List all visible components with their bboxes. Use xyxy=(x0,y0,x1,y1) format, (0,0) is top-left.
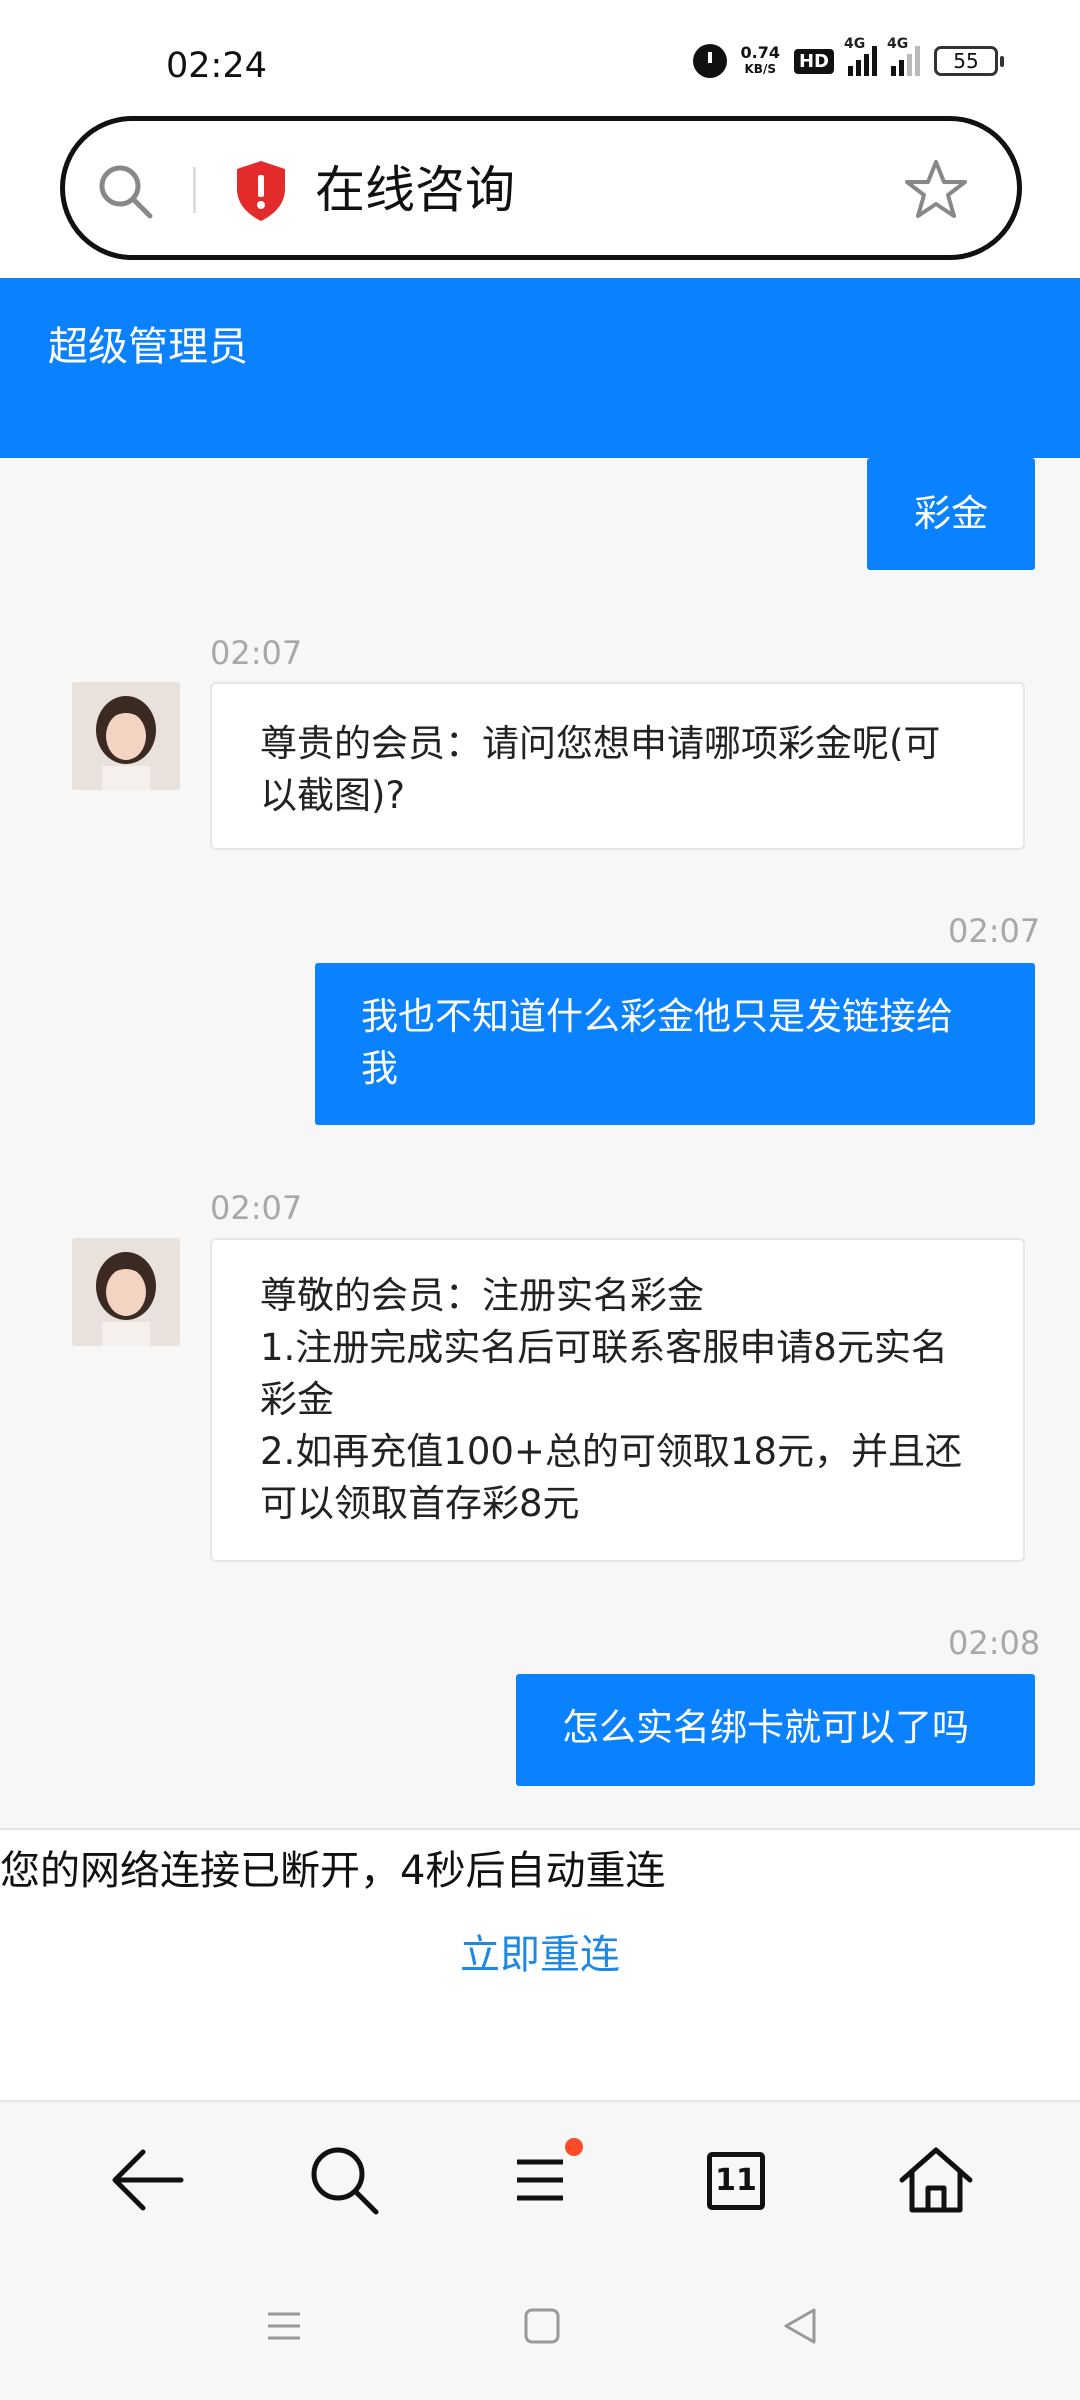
message-text: 彩金 xyxy=(914,492,988,535)
message-text: 尊贵的会员：请问您想申请哪项彩金呢(可以截图)? xyxy=(260,722,941,817)
alarm-icon xyxy=(692,44,727,78)
system-nav-bar xyxy=(0,2260,1080,2400)
avatar xyxy=(72,1238,180,1346)
message-text: 怎么实名绑卡就可以了吗 xyxy=(562,1706,969,1749)
address-divider xyxy=(193,167,196,213)
battery-icon: 55 xyxy=(934,46,1004,76)
star-icon[interactable] xyxy=(903,157,969,223)
network-message: 您的网络连接已断开，4秒后自动重连 xyxy=(0,1848,666,1894)
message-text: 我也不知道什么彩金他只是发链接给我 xyxy=(361,995,953,1090)
tabs-icon: 11 xyxy=(707,2152,765,2210)
back-arrow-icon[interactable] xyxy=(97,2130,197,2230)
message-time: 02:07 xyxy=(948,912,1041,950)
status-bar: 02:24 0.74 KB/S HD 4G 4G 55 xyxy=(0,0,1080,112)
signal-type-label: 4G xyxy=(844,36,866,52)
message-out: 怎么实名绑卡就可以了吗 xyxy=(516,1674,1035,1786)
page-title[interactable]: 在线咨询 xyxy=(315,157,515,223)
signal-icon-2: 4G xyxy=(887,36,920,76)
agent-name: 超级管理员 xyxy=(48,324,248,370)
network-speed-value: 0.74 xyxy=(740,43,780,62)
search-icon[interactable] xyxy=(294,2130,394,2230)
message-time: 02:08 xyxy=(948,1624,1041,1662)
address-bar[interactable]: 在线咨询 xyxy=(60,116,1022,260)
search-icon[interactable] xyxy=(95,161,155,221)
message-line: 尊敬的会员：注册实名彩金 xyxy=(260,1274,704,1317)
message-in: 尊敬的会员：注册实名彩金 1.注册完成实名后可联系客服申请8元实名彩金 2.如再… xyxy=(210,1238,1025,1562)
status-time: 02:24 xyxy=(166,46,267,86)
network-speed-unit: KB/S xyxy=(744,62,776,76)
status-icons: 0.74 KB/S HD 4G 4G 55 xyxy=(692,36,1004,78)
message-in: 尊贵的会员：请问您想申请哪项彩金呢(可以截图)? xyxy=(210,682,1025,850)
message-line: 1.注册完成实名后可联系客服申请8元实名彩金 xyxy=(260,1326,948,1421)
home-nav-icon[interactable] xyxy=(512,2296,572,2356)
network-warning: 您的网络连接已断开，4秒后自动重连 立即重连 xyxy=(0,1828,1080,2100)
tabs-button[interactable]: 11 xyxy=(689,2130,789,2230)
reconnect-link[interactable]: 立即重连 xyxy=(0,1922,1080,1980)
avatar xyxy=(72,682,180,790)
menu-button[interactable] xyxy=(491,2130,591,2230)
signal-type-label-2: 4G xyxy=(887,36,909,52)
shield-warning-icon[interactable] xyxy=(233,159,289,223)
menu-badge-dot xyxy=(565,2138,583,2156)
recent-apps-icon[interactable] xyxy=(254,2296,314,2356)
browser-toolbar: 11 xyxy=(0,2100,1080,2260)
message-line: 2.如再充值100+总的可领取18元，并且还可以领取首存彩8元 xyxy=(260,1430,963,1525)
message-time: 02:07 xyxy=(210,634,303,672)
chat-header: 超级管理员 xyxy=(0,278,1080,458)
network-speed: 0.74 KB/S xyxy=(741,45,780,77)
home-icon[interactable] xyxy=(886,2130,986,2230)
message-out: 我也不知道什么彩金他只是发链接给我 xyxy=(315,963,1035,1125)
back-nav-icon[interactable] xyxy=(770,2296,830,2356)
chat-area[interactable]: 彩金 02:07 尊贵的会员：请问您想申请哪项彩金呢(可以截图)? 02:07 … xyxy=(0,458,1080,1828)
message-out: 彩金 xyxy=(867,458,1035,570)
hd-icon: HD xyxy=(793,48,834,74)
message-time: 02:07 xyxy=(210,1189,303,1227)
signal-icon: 4G xyxy=(844,36,877,76)
